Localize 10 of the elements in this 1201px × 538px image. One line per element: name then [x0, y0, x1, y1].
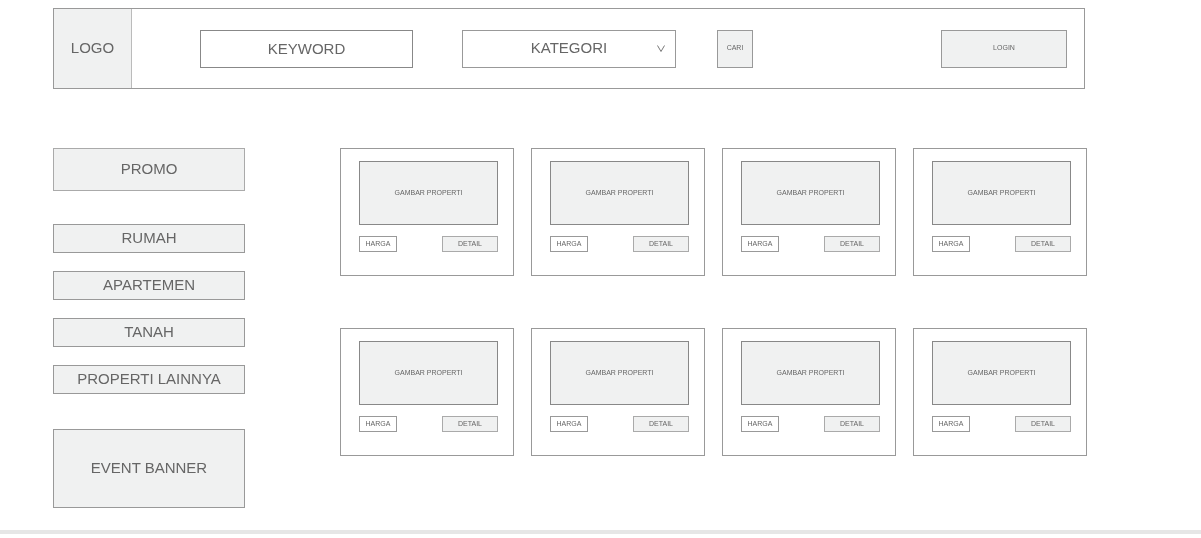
chevron-down-icon	[657, 45, 665, 52]
category-dropdown[interactable]: KATEGORI	[462, 29, 676, 68]
category-button[interactable]: PROPERTI LAINNYA	[53, 365, 245, 394]
event-banner[interactable]: EVENT BANNER	[53, 429, 245, 508]
category-button[interactable]: RUMAH	[53, 224, 245, 253]
promo-banner[interactable]: PROMO	[53, 148, 245, 191]
category-button[interactable]: APARTEMEN	[53, 271, 245, 300]
logo: LOGO	[54, 9, 132, 88]
category-button[interactable]: TANAH	[53, 318, 245, 347]
keyword-field[interactable]: KEYWORD	[200, 29, 413, 68]
